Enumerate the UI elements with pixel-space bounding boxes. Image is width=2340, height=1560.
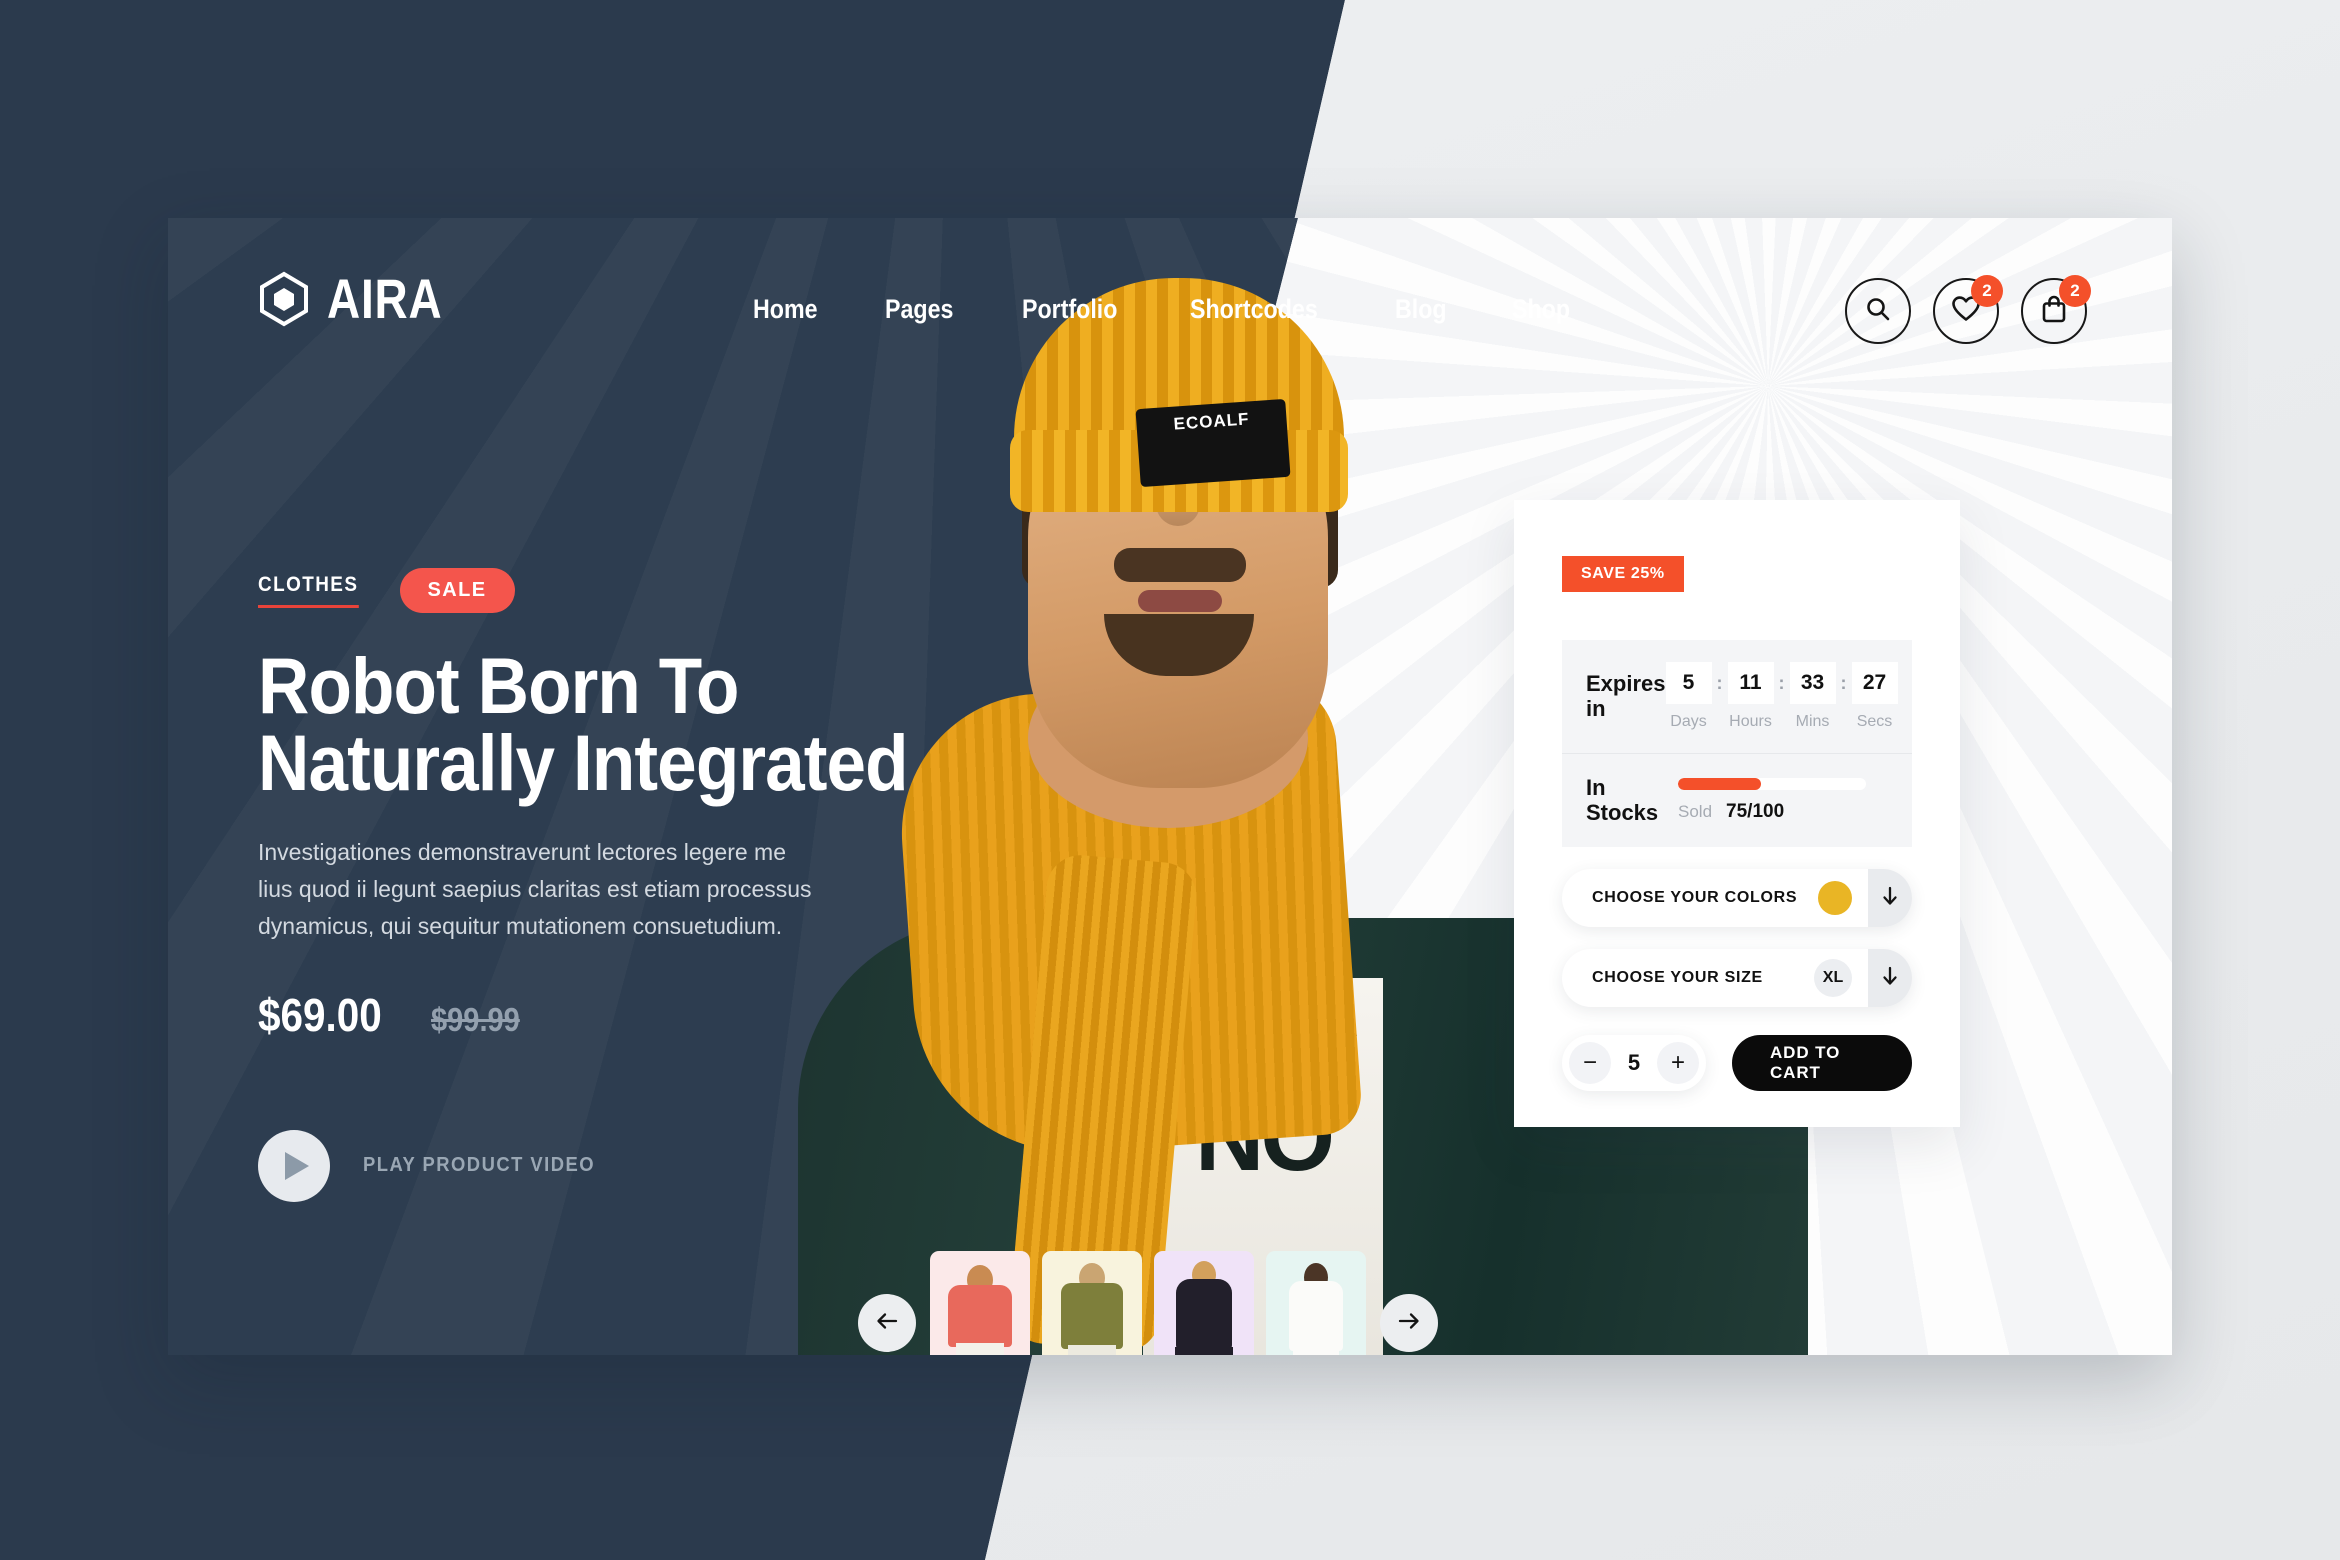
quantity-decrease-button[interactable]: −	[1569, 1042, 1611, 1085]
countdown-row: Expires in 5 Days : 11 Hours : 33 Mins:…	[1562, 640, 1912, 753]
countdown-mins: 33 Mins	[1789, 662, 1836, 731]
thumbnail-item[interactable]	[1042, 1250, 1142, 1355]
sold-row: Sold 75/100	[1678, 801, 1888, 823]
nav-item-shop[interactable]: Shop	[1512, 294, 1570, 325]
countdown-hours-label: Hours	[1729, 713, 1772, 730]
countdown-secs-value: 27	[1851, 662, 1898, 704]
hero-copy: CLOTHES SALE Robot Born To Naturally Int…	[258, 568, 978, 1202]
thumbnail-item[interactable]	[1266, 1250, 1366, 1355]
title-line-1: Robot Born To	[258, 641, 739, 730]
thumbnail-list	[930, 1250, 1366, 1355]
color-swatch[interactable]	[1818, 881, 1852, 916]
arrow-left-icon	[875, 1311, 899, 1336]
nav-item-portfolio[interactable]: Portfolio	[1022, 294, 1117, 325]
quantity-value: 5	[1627, 1050, 1641, 1076]
page-title: Robot Born To Naturally Integrated	[258, 646, 909, 802]
arrow-down-icon	[1881, 886, 1899, 911]
countdown-separator-3: :	[1840, 673, 1847, 693]
thumbnail-item[interactable]	[1154, 1250, 1254, 1355]
hero-tags: CLOTHES SALE	[258, 568, 978, 613]
nav-item-shortcodes[interactable]: Shortcodes	[1190, 294, 1318, 325]
countdown-hours-value: 11	[1727, 662, 1774, 704]
countdown-secs-label: Secs	[1856, 713, 1893, 730]
size-select[interactable]: CHOOSE YOUR SIZE XL	[1562, 949, 1912, 1008]
sold-value: 75/100	[1726, 801, 1785, 823]
countdown-hours: 11 Hours	[1727, 662, 1774, 731]
wishlist-badge: 2	[1971, 275, 2003, 307]
thumbnail-item[interactable]	[930, 1250, 1030, 1355]
thumbnail-carousel	[858, 1238, 1478, 1355]
countdown-mins-label: Mins	[1795, 713, 1830, 730]
search-button[interactable]	[1845, 278, 1911, 344]
cube-icon	[258, 271, 310, 327]
title-line-2: Naturally Integrated	[258, 718, 909, 808]
countdown-separator-1: :	[1716, 673, 1723, 693]
nav-item-home[interactable]: Home	[753, 294, 818, 325]
stock-label: In Stocks	[1586, 775, 1659, 825]
sold-label: Sold	[1678, 802, 1713, 822]
site-header: AIRA Home Pages Portfolio Shortcodes Blo…	[168, 218, 2172, 408]
play-video-label: PLAY PRODUCT VIDEO	[363, 1154, 596, 1177]
stock-progress: Sold 75/100	[1678, 778, 1888, 823]
play-icon	[258, 1129, 330, 1202]
stock-progress-track	[1678, 778, 1866, 791]
expires-label: Expires in	[1586, 670, 1666, 721]
brand-name: AIRA	[327, 267, 443, 330]
carousel-prev-button[interactable]	[858, 1294, 916, 1352]
mouth-shape	[1138, 590, 1222, 612]
cart-badge: 2	[2059, 275, 2091, 307]
arrow-down-icon	[1881, 966, 1899, 991]
quantity-stepper[interactable]: − 5 +	[1562, 1035, 1706, 1092]
arrow-right-icon	[1397, 1311, 1421, 1336]
page-root: AUS NO ECOALF	[0, 0, 2340, 1560]
moustache-shape	[1114, 548, 1246, 582]
beanie-brand-tag: ECOALF	[1135, 398, 1291, 488]
size-select-label: CHOOSE YOUR SIZE	[1592, 969, 1763, 987]
current-price: $69.00	[258, 988, 382, 1041]
countdown-timer: 5 Days : 11 Hours : 33 Mins : 27 Secs	[1665, 662, 1898, 731]
product-card: SAVE 25% Expires in 5 Days : 11 Hours: …	[1514, 500, 1960, 1127]
size-select-arrow[interactable]	[1868, 949, 1912, 1008]
main-navigation: Home Pages Portfolio Shortcodes Blog Sho…	[753, 294, 1580, 325]
countdown-days: 5 Days	[1665, 662, 1712, 731]
countdown-mins-value: 33	[1789, 662, 1836, 704]
brand-logo[interactable]: AIRA	[258, 266, 468, 331]
price-block: $69.00 $99.99	[258, 988, 978, 1042]
product-meta-box: Expires in 5 Days : 11 Hours : 33 Mins:…	[1562, 640, 1912, 848]
category-label[interactable]: CLOTHES	[258, 573, 359, 608]
header-actions: 2 2	[1845, 275, 2091, 344]
quantity-increase-button[interactable]: +	[1657, 1042, 1699, 1085]
save-badge: SAVE 25%	[1562, 556, 1684, 592]
color-select-arrow[interactable]	[1868, 869, 1912, 928]
hero-card: AUS NO ECOALF	[168, 218, 2172, 1355]
add-to-cart-button[interactable]: ADD TO CART	[1732, 1035, 1912, 1092]
stock-progress-fill	[1678, 778, 1761, 791]
sale-badge: SALE	[399, 568, 515, 613]
countdown-days-label: Days	[1670, 713, 1707, 730]
size-value[interactable]: XL	[1814, 959, 1852, 998]
color-select[interactable]: CHOOSE YOUR COLORS	[1562, 869, 1912, 928]
countdown-separator-2: :	[1778, 673, 1785, 693]
cart-actions: − 5 + ADD TO CART	[1562, 1035, 1912, 1092]
nav-item-blog[interactable]: Blog	[1395, 294, 1447, 325]
search-icon	[1864, 295, 1892, 328]
countdown-secs: 27 Secs	[1851, 662, 1898, 731]
stock-row: In Stocks Sold 75/100	[1562, 753, 1912, 847]
cart-button[interactable]: 2	[2021, 275, 2091, 344]
countdown-days-value: 5	[1665, 662, 1712, 704]
hero-description: Investigationes demonstraverunt lectores…	[258, 838, 812, 940]
play-video-button[interactable]: PLAY PRODUCT VIDEO	[258, 1129, 978, 1202]
wishlist-button[interactable]: 2	[1933, 275, 2003, 344]
color-select-label: CHOOSE YOUR COLORS	[1592, 889, 1798, 907]
nav-item-pages[interactable]: Pages	[885, 294, 953, 325]
carousel-next-button[interactable]	[1380, 1294, 1438, 1352]
old-price: $99.99	[430, 1000, 520, 1038]
